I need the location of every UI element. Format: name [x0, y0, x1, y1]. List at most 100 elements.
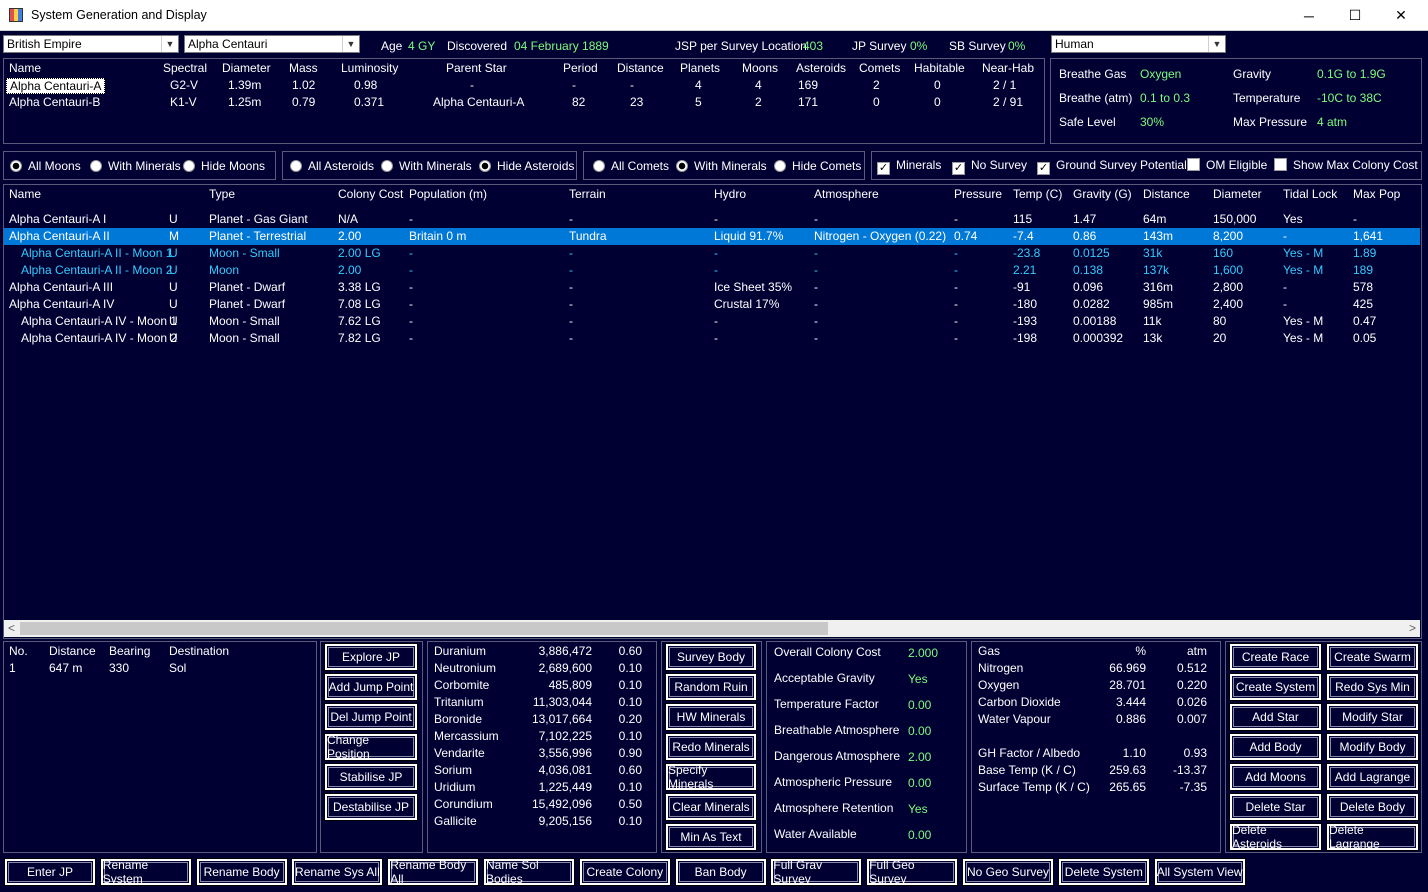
- bodies-header-cell[interactable]: Diameter: [1213, 187, 1262, 201]
- bodies-header-cell[interactable]: Type: [209, 187, 235, 201]
- body-row[interactable]: Alpha Centauri-A III U Planet - Dwarf 3.38 …: [4, 279, 1420, 296]
- filter-radio[interactable]: With Minerals: [90, 159, 181, 173]
- destabilise-jp-button[interactable]: Destabilise JP: [324, 793, 418, 821]
- body-row[interactable]: Alpha Centauri-A IV U Planet - Dwarf 7.08 L…: [4, 296, 1420, 313]
- del-jump-point-button[interactable]: Del Jump Point: [324, 703, 418, 731]
- body-row[interactable]: Alpha Centauri-A II - Moon 2 U Moon 2.00 - - -…: [4, 262, 1420, 279]
- star-name[interactable]: Alpha Centauri-A: [6, 78, 106, 94]
- create-colony-button[interactable]: Create Colony: [578, 858, 671, 886]
- rename-body-all-button[interactable]: Rename Body All: [387, 858, 480, 886]
- filter-radio[interactable]: All Comets: [593, 159, 669, 173]
- option-checkbox[interactable]: ✓ Minerals: [877, 158, 941, 175]
- delete-system-button[interactable]: Delete System: [1057, 858, 1150, 886]
- all-system-view-button[interactable]: All System View: [1153, 858, 1246, 886]
- full-grav-survey-button[interactable]: Full Grav Survey: [770, 858, 863, 886]
- horizontal-scrollbar[interactable]: < >: [4, 620, 1420, 637]
- modify-body-button[interactable]: Modify Body: [1326, 733, 1419, 761]
- add-star-button[interactable]: Add Star: [1229, 703, 1322, 731]
- filter-radio[interactable]: Hide Asteroids: [479, 159, 574, 173]
- jump-cell[interactable]: Sol: [169, 661, 186, 675]
- no-geo-survey-button[interactable]: No Geo Survey: [962, 858, 1054, 886]
- body-row[interactable]: Alpha Centauri-A I U Planet - Gas Giant N/A…: [4, 211, 1420, 228]
- bodies-header-cell[interactable]: Pressure: [954, 187, 1002, 201]
- add-moons-button[interactable]: Add Moons: [1229, 763, 1322, 791]
- body-row[interactable]: Alpha Centauri-A IV - Moon 1 U Moon - Smal…: [4, 313, 1420, 330]
- hw-minerals-button[interactable]: HW Minerals: [665, 703, 757, 731]
- redo-minerals-button[interactable]: Redo Minerals: [665, 733, 757, 761]
- body-cell-cc: N/A: [338, 212, 359, 226]
- maximize-button[interactable]: ☐: [1332, 0, 1378, 31]
- body-cell-diam: 1,600: [1213, 263, 1244, 277]
- rename-system-button[interactable]: Rename System: [99, 858, 192, 886]
- bodies-header-cell[interactable]: Terrain: [569, 187, 606, 201]
- system-select[interactable]: Alpha Centauri ▼: [184, 35, 360, 53]
- bodies-header-cell[interactable]: Tidal Lock: [1283, 187, 1337, 201]
- rename-body-button[interactable]: Rename Body: [195, 858, 288, 886]
- bodies-header-cell[interactable]: Gravity (G): [1073, 187, 1132, 201]
- delete-lagrange-button[interactable]: Delete Lagrange: [1326, 823, 1419, 851]
- bodies-header-cell[interactable]: Hydro: [714, 187, 746, 201]
- bodies-header-cell[interactable]: Atmosphere: [814, 187, 879, 201]
- min-as-text-button[interactable]: Min As Text: [665, 823, 757, 851]
- redo-sys-min-button[interactable]: Redo Sys Min: [1326, 673, 1419, 701]
- full-geo-survey-button[interactable]: Full Geo Survey: [866, 858, 959, 886]
- body-row[interactable]: Alpha Centauri-A II M Planet - Terrestrial…: [4, 228, 1420, 245]
- bodies-header-cell[interactable]: Colony Cost: [338, 187, 403, 201]
- modify-star-button[interactable]: Modify Star: [1326, 703, 1419, 731]
- jump-cell[interactable]: 647 m: [49, 661, 82, 675]
- filter-radio[interactable]: Hide Comets: [774, 159, 861, 173]
- option-checkbox[interactable]: ✓ Ground Survey Potential: [1037, 158, 1187, 175]
- stars-header-cell: Diameter: [222, 61, 271, 75]
- delete-body-button[interactable]: Delete Body: [1326, 793, 1419, 821]
- delete-star-button[interactable]: Delete Star: [1229, 793, 1322, 821]
- random-ruin-button[interactable]: Random Ruin: [665, 673, 757, 701]
- scroll-right-icon[interactable]: >: [1409, 621, 1416, 635]
- create-swarm-button[interactable]: Create Swarm: [1326, 643, 1419, 671]
- race-select[interactable]: Human ▼: [1051, 35, 1226, 53]
- jump-cell[interactable]: 1: [9, 661, 16, 675]
- body-row[interactable]: Alpha Centauri-A IV - Moon 2 U Moon - Smal…: [4, 330, 1420, 347]
- add-lagrange-button[interactable]: Add Lagrange: [1326, 763, 1419, 791]
- empire-select[interactable]: British Empire ▼: [3, 35, 179, 53]
- bodies-header-cell[interactable]: Name: [9, 187, 41, 201]
- scroll-left-icon[interactable]: <: [8, 621, 15, 635]
- explore-jp-button[interactable]: Explore JP: [324, 643, 418, 671]
- bodies-header-cell[interactable]: Distance: [1143, 187, 1190, 201]
- option-checkbox[interactable]: ✓ No Survey: [952, 158, 1027, 175]
- bodies-header-cell[interactable]: Max Pop: [1353, 187, 1400, 201]
- body-cell-atmo: -: [814, 212, 818, 226]
- close-button[interactable]: ✕: [1378, 0, 1424, 31]
- create-system-button[interactable]: Create System: [1229, 673, 1322, 701]
- add-jump-point-button[interactable]: Add Jump Point: [324, 673, 418, 701]
- scroll-thumb[interactable]: [20, 622, 828, 635]
- filter-radio[interactable]: With Minerals: [676, 159, 767, 173]
- clear-minerals-button[interactable]: Clear Minerals: [665, 793, 757, 821]
- filter-radio[interactable]: All Moons: [10, 159, 81, 173]
- filter-radio[interactable]: With Minerals: [381, 159, 472, 173]
- body-cell-diam: 150,000: [1213, 212, 1257, 226]
- option-checkbox[interactable]: OM Eligible: [1187, 158, 1267, 172]
- bodies-header-cell[interactable]: Temp (C): [1013, 187, 1062, 201]
- name-sol-bodies-button[interactable]: Name Sol Bodies: [483, 858, 575, 886]
- rename-sys-all-button[interactable]: Rename Sys All: [291, 858, 384, 886]
- mineral-name: Tritanium: [434, 695, 484, 709]
- filter-radio[interactable]: Hide Moons: [183, 159, 265, 173]
- body-row[interactable]: Alpha Centauri-A II - Moon 1 U Moon - Smal…: [4, 245, 1420, 262]
- survey-body-button[interactable]: Survey Body: [665, 643, 757, 671]
- delete-asteroids-button[interactable]: Delete Asteroids: [1229, 823, 1322, 851]
- minimize-button[interactable]: ─: [1286, 0, 1332, 31]
- specify-minerals-button[interactable]: Specify Minerals: [665, 763, 757, 791]
- bodies-header-cell[interactable]: Population (m): [409, 187, 487, 201]
- option-checkbox[interactable]: Show Max Colony Cost: [1274, 158, 1418, 172]
- jump-cell[interactable]: 330: [109, 661, 129, 675]
- filter-radio[interactable]: All Asteroids: [290, 159, 374, 173]
- ban-body-button[interactable]: Ban Body: [674, 858, 767, 886]
- create-race-button[interactable]: Create Race: [1229, 643, 1322, 671]
- add-body-button[interactable]: Add Body: [1229, 733, 1322, 761]
- colony-factor-label: Overall Colony Cost: [774, 645, 881, 659]
- change-position-button[interactable]: Change Position: [324, 733, 418, 761]
- enter-jp-button[interactable]: Enter JP: [4, 858, 96, 886]
- body-cell-cc: 7.82 LG: [338, 331, 381, 345]
- stabilise-jp-button[interactable]: Stabilise JP: [324, 763, 418, 791]
- star-name[interactable]: Alpha Centauri-B: [9, 95, 100, 109]
